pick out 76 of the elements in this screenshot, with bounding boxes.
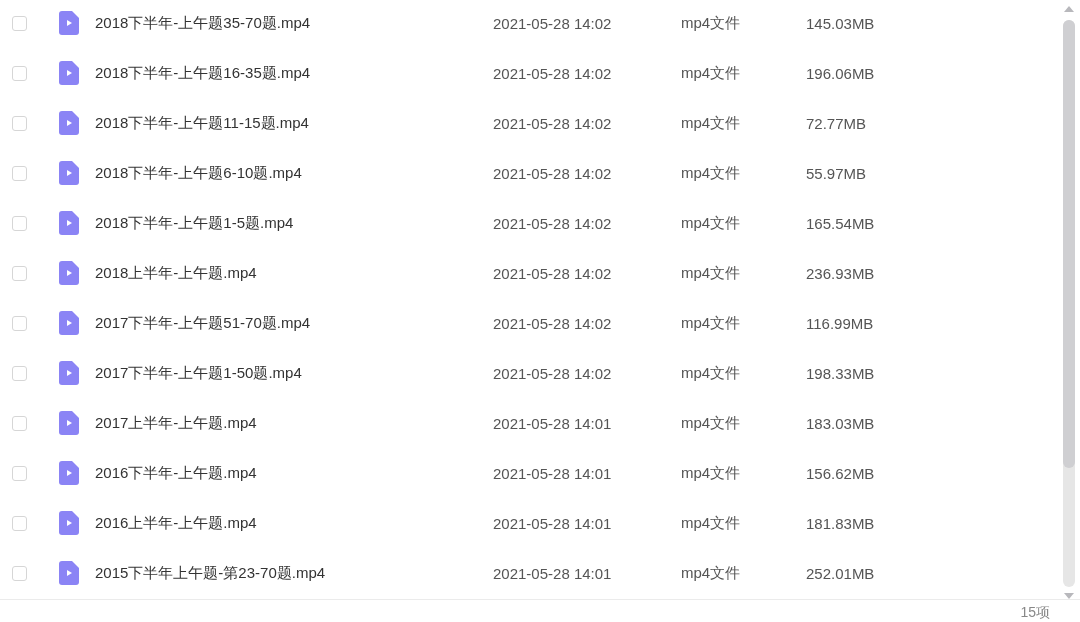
video-file-icon [59, 511, 79, 535]
modified-date: 2021-05-28 14:02 [493, 314, 613, 332]
checkbox[interactable] [12, 215, 27, 231]
file-size: 55.97MB [806, 164, 867, 182]
file-type: mp4文件 [681, 163, 742, 183]
video-file-icon [59, 361, 79, 385]
file-size: 183.03MB [806, 414, 875, 432]
file-type: mp4文件 [681, 463, 742, 483]
checkbox[interactable] [12, 115, 27, 131]
file-size: 181.83MB [806, 514, 875, 532]
video-file-icon [59, 311, 79, 335]
checkbox[interactable] [12, 415, 27, 431]
file-size: 236.93MB [806, 264, 875, 282]
checkbox[interactable] [12, 165, 27, 181]
file-size: 156.62MB [806, 464, 875, 482]
file-size: 72.77MB [806, 114, 867, 132]
file-name[interactable]: 2018下半年-上午题11-15题.mp4 [95, 113, 493, 133]
checkbox[interactable] [12, 15, 27, 31]
modified-date: 2021-05-28 14:01 [493, 464, 613, 482]
file-type: mp4文件 [681, 213, 742, 233]
video-file-icon [59, 11, 79, 35]
file-type: mp4文件 [681, 313, 742, 333]
modified-date: 2021-05-28 14:01 [493, 514, 613, 532]
modified-date: 2021-05-28 14:02 [493, 364, 613, 382]
modified-date: 2021-05-28 14:02 [493, 264, 613, 282]
file-name[interactable]: 2018下半年-上午题16-35题.mp4 [95, 63, 493, 83]
file-name[interactable]: 2018下半年-上午题1-5题.mp4 [95, 213, 493, 233]
modified-date: 2021-05-28 14:01 [493, 414, 613, 432]
file-name[interactable]: 2016上半年-上午题.mp4 [95, 513, 493, 533]
scroll-up-icon[interactable] [1064, 6, 1074, 12]
file-type: mp4文件 [681, 413, 742, 433]
modified-date: 2021-05-28 14:02 [493, 14, 613, 32]
file-name[interactable]: 2018下半年-上午题6-10题.mp4 [95, 163, 493, 183]
file-type: mp4文件 [681, 13, 742, 33]
video-file-icon [59, 61, 79, 85]
video-file-icon [59, 111, 79, 135]
checkbox[interactable] [12, 465, 27, 481]
file-size: 145.03MB [806, 14, 875, 32]
file-type: mp4文件 [681, 513, 742, 533]
file-name[interactable]: 2017上半年-上午题.mp4 [95, 413, 493, 433]
checkbox[interactable] [12, 265, 27, 281]
scroll-down-icon[interactable] [1064, 593, 1074, 599]
video-file-icon [59, 461, 79, 485]
file-type: mp4文件 [681, 63, 742, 83]
checkbox[interactable] [12, 365, 27, 381]
file-size: 198.33MB [806, 364, 875, 382]
modified-date: 2021-05-28 14:02 [493, 114, 613, 132]
modified-date: 2021-05-28 14:02 [493, 164, 613, 182]
scrollbar-thumb[interactable] [1063, 20, 1075, 468]
modified-date: 2021-05-28 14:01 [493, 564, 613, 582]
file-name[interactable]: 2015下半年上午题-第23-70题.mp4 [95, 563, 493, 583]
video-file-icon [59, 411, 79, 435]
video-file-icon [59, 561, 79, 585]
file-name[interactable]: 2017下半年-上午题51-70题.mp4 [95, 313, 493, 333]
video-file-icon [59, 211, 79, 235]
video-file-icon [59, 261, 79, 285]
modified-date: 2021-05-28 14:02 [493, 214, 613, 232]
checkbox[interactable] [12, 315, 27, 331]
item-count: 15项 [1020, 604, 1050, 622]
modified-date: 2021-05-28 14:02 [493, 64, 613, 82]
file-type: mp4文件 [681, 113, 742, 133]
video-file-icon [59, 161, 79, 185]
file-type: mp4文件 [681, 363, 742, 383]
file-size: 196.06MB [806, 64, 875, 82]
file-name[interactable]: 2016下半年-上午题.mp4 [95, 463, 493, 483]
checkbox[interactable] [12, 565, 27, 581]
file-size: 165.54MB [806, 214, 875, 232]
checkbox[interactable] [12, 65, 27, 81]
file-name[interactable]: 2018下半年-上午题35-70题.mp4 [95, 13, 493, 33]
checkbox[interactable] [12, 515, 27, 531]
file-name[interactable]: 2017下半年-上午题1-50题.mp4 [95, 363, 493, 383]
file-size: 252.01MB [806, 564, 875, 582]
file-type: mp4文件 [681, 563, 742, 583]
file-type: mp4文件 [681, 263, 742, 283]
file-size: 116.99MB [806, 314, 874, 332]
file-name[interactable]: 2018上半年-上午题.mp4 [95, 263, 493, 283]
